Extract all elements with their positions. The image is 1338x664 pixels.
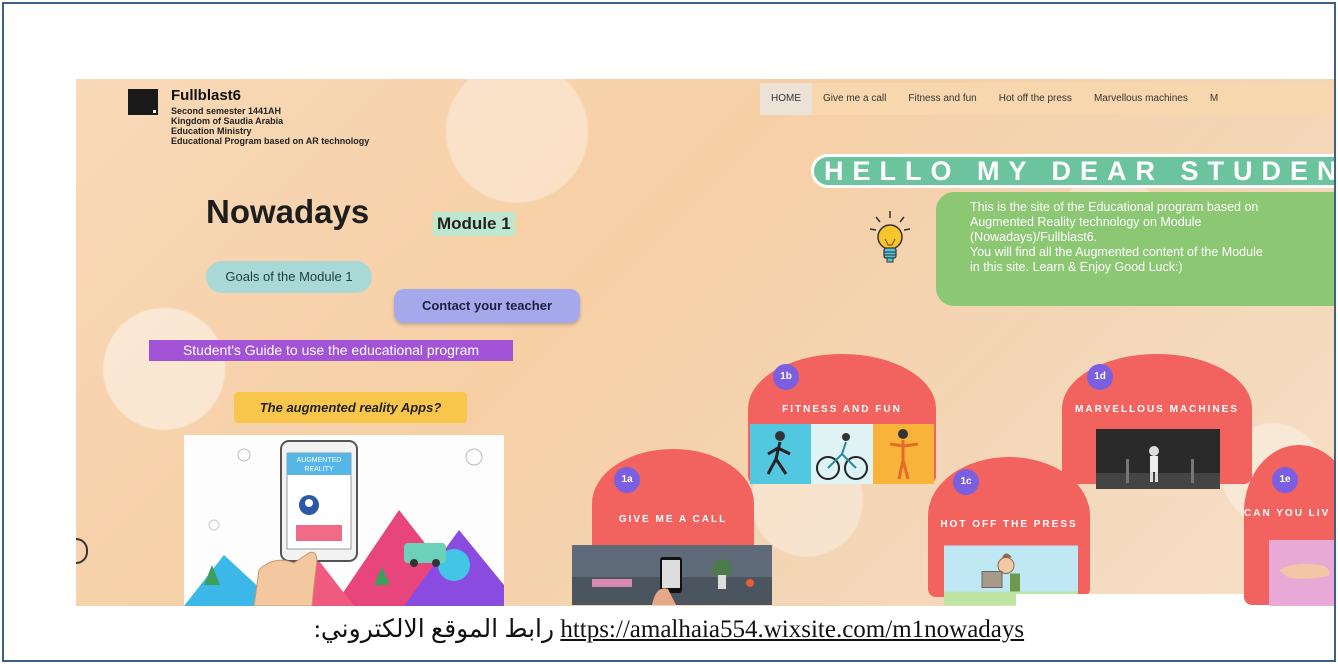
module-badge: 1d — [1087, 364, 1113, 390]
module-title: MARVELLOUS MACHINES — [1075, 404, 1239, 415]
module-title: FITNESS AND FUN — [782, 404, 902, 415]
hands-thumbnail — [1269, 540, 1334, 606]
module-title: HOT OFF THE PRESS — [940, 519, 1078, 530]
top-navigation: HOME Give me a call Fitness and fun Hot … — [760, 83, 1334, 115]
welcome-line: (Nowadays)/Fullblast6. — [970, 230, 1098, 244]
module-badge: 1a — [614, 467, 640, 493]
nav-fitness-and-fun[interactable]: Fitness and fun — [897, 83, 987, 115]
caption-arabic: رابط الموقع الالكتروني: — [313, 616, 555, 643]
module-badge: 1c — [953, 469, 979, 495]
goals-button[interactable]: Goals of the Module 1 — [206, 261, 372, 293]
welcome-line: This is the site of the Educational prog… — [970, 200, 1259, 214]
website-canvas: Fullblast6 Second semester 1441AH Kingdo… — [76, 79, 1334, 606]
nav-marvellous-machines[interactable]: Marvellous machines — [1083, 83, 1199, 115]
module-title: CAN YOU LIV — [1244, 508, 1331, 519]
welcome-line: in this site. Learn & Enjoy Good Luck:) — [970, 260, 1183, 274]
lightbulb-icon — [869, 211, 911, 263]
welcome-line: Augmented Reality technology on Module — [970, 215, 1202, 229]
student-guide-button[interactable]: Student's Guide to use the educational p… — [149, 340, 513, 361]
nav-home[interactable]: HOME — [760, 83, 812, 115]
subtitle-line: Second semester 1441AH — [171, 106, 282, 116]
nav-give-me-a-call[interactable]: Give me a call — [812, 83, 897, 115]
nav-hot-off-the-press[interactable]: Hot off the press — [988, 83, 1083, 115]
ar-apps-button[interactable]: The augmented reality Apps? — [234, 392, 467, 423]
site-subtitle: Second semester 1441AH Kingdom of Saudia… — [171, 106, 369, 146]
welcome-message: This is the site of the Educational prog… — [936, 192, 1334, 306]
welcome-line: You will find all the Augmented content … — [970, 245, 1263, 259]
augmented-reality-illustration: AUGMENTED REALITY — [184, 435, 504, 606]
subtitle-line: Education Ministry — [171, 126, 252, 136]
website-link[interactable]: https://amalhaia554.wixsite.com/m1nowada… — [560, 616, 1024, 643]
site-title[interactable]: Fullblast6 — [171, 87, 241, 104]
page-title: Nowadays — [206, 193, 370, 230]
card-overlay — [1016, 594, 1276, 606]
site-logo[interactable] — [128, 89, 158, 115]
nav-more[interactable]: M — [1199, 83, 1229, 115]
fitness-thumbnail — [750, 424, 934, 484]
caption: رابط الموقع الالكتروني: https://amalhaia… — [4, 614, 1334, 644]
hello-banner: HELLO MY DEAR STUDENT — [811, 154, 1334, 188]
screenshot-frame: Fullblast6 Second semester 1441AH Kingdo… — [2, 2, 1336, 662]
machines-thumbnail — [1096, 429, 1220, 489]
module-title: GIVE ME A CALL — [618, 514, 728, 525]
module-badge: 1b — [773, 364, 799, 390]
phone-thumbnail — [572, 545, 772, 605]
module-badge: 1e — [1272, 467, 1298, 493]
module-label: Module 1 — [433, 212, 515, 236]
subtitle-line: Kingdom of Saudia Arabia — [171, 116, 284, 126]
ar-label-line2: REALITY — [304, 466, 334, 473]
ar-label-line1: AUGMENTED — [297, 457, 342, 464]
subtitle-line: Educational Program based on AR technolo… — [171, 136, 370, 146]
contact-teacher-button[interactable]: Contact your teacher — [394, 289, 580, 323]
